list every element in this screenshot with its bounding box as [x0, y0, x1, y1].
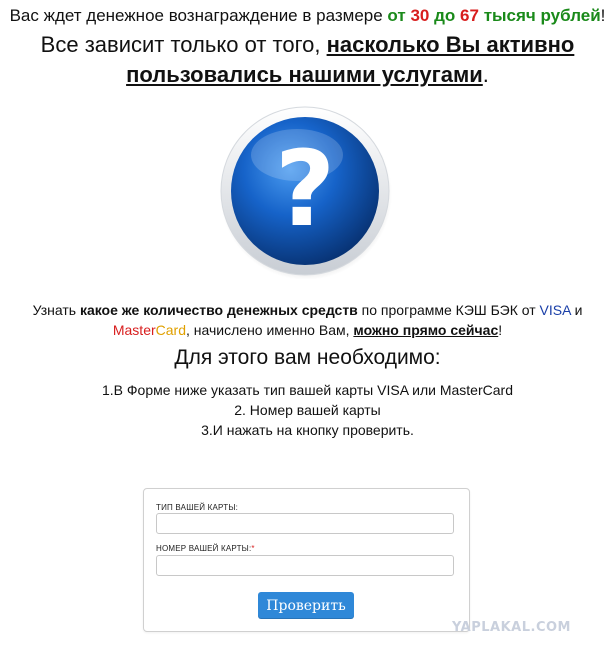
headline: Все зависит только от того, насколько Вы… — [10, 30, 605, 90]
info-part2: какое же количество денежных средств — [79, 302, 358, 318]
card-check-form: ТИП ВАШЕЙ КАРТЫ: НОМЕР ВАШЕЙ КАРТЫ:* Про… — [143, 488, 470, 632]
card-type-input[interactable] — [156, 513, 454, 534]
reward-min: 30 — [410, 6, 430, 25]
check-button[interactable]: Проверить — [258, 592, 354, 619]
info-text: Узнать какое же количество денежных сред… — [12, 300, 603, 340]
reward-from: от — [387, 6, 406, 25]
question-glyph: ? — [275, 128, 335, 250]
headline-start: Все зависит только от того, — [40, 32, 321, 57]
reward-prefix: Вас ждет денежное вознаграждение в разме… — [9, 6, 383, 25]
info-part1: Узнать — [32, 302, 77, 318]
card-label: Card — [155, 322, 187, 338]
card-number-input[interactable] — [156, 555, 454, 576]
card-type-label: ТИП ВАШЕЙ КАРТЫ: — [156, 503, 238, 512]
step-2: 2. Номер вашей карты — [234, 402, 381, 418]
required-mark: * — [251, 544, 255, 553]
info-part3: по программе КЭШ БЭК от — [361, 302, 536, 318]
card-number-label: НОМЕР ВАШЕЙ КАРТЫ:* — [156, 544, 255, 553]
reward-line: Вас ждет денежное вознаграждение в разме… — [0, 6, 615, 26]
steps-list: 1.В Форме ниже указать тип вашей карты V… — [0, 380, 615, 440]
visa-label: VISA — [539, 302, 571, 318]
step-1: 1.В Форме ниже указать тип вашей карты V… — [102, 382, 513, 398]
reward-max: 67 — [460, 6, 479, 25]
step-3: 3.И нажать на кнопку проверить. — [201, 422, 414, 438]
master-label: Master — [112, 322, 156, 338]
card-number-label-text: НОМЕР ВАШЕЙ КАРТЫ: — [156, 544, 252, 553]
info-part5: , начислено именно Вам, — [186, 322, 350, 338]
info-part6: можно прямо сейчас — [353, 322, 499, 338]
info-part4: и — [574, 302, 583, 318]
reward-unit: тысяч рублей — [483, 6, 601, 25]
info-part7: ! — [498, 322, 503, 338]
watermark: YAPLAKAL.COM — [452, 620, 571, 635]
reward-to: до — [434, 6, 456, 25]
headline-end: . — [482, 62, 489, 87]
card-type-label-text: ТИП ВАШЕЙ КАРТЫ: — [156, 503, 239, 512]
reward-end: ! — [600, 6, 606, 25]
question-mark-icon: ? — [217, 103, 393, 280]
need-title: Для этого вам необходимо: — [174, 346, 441, 369]
